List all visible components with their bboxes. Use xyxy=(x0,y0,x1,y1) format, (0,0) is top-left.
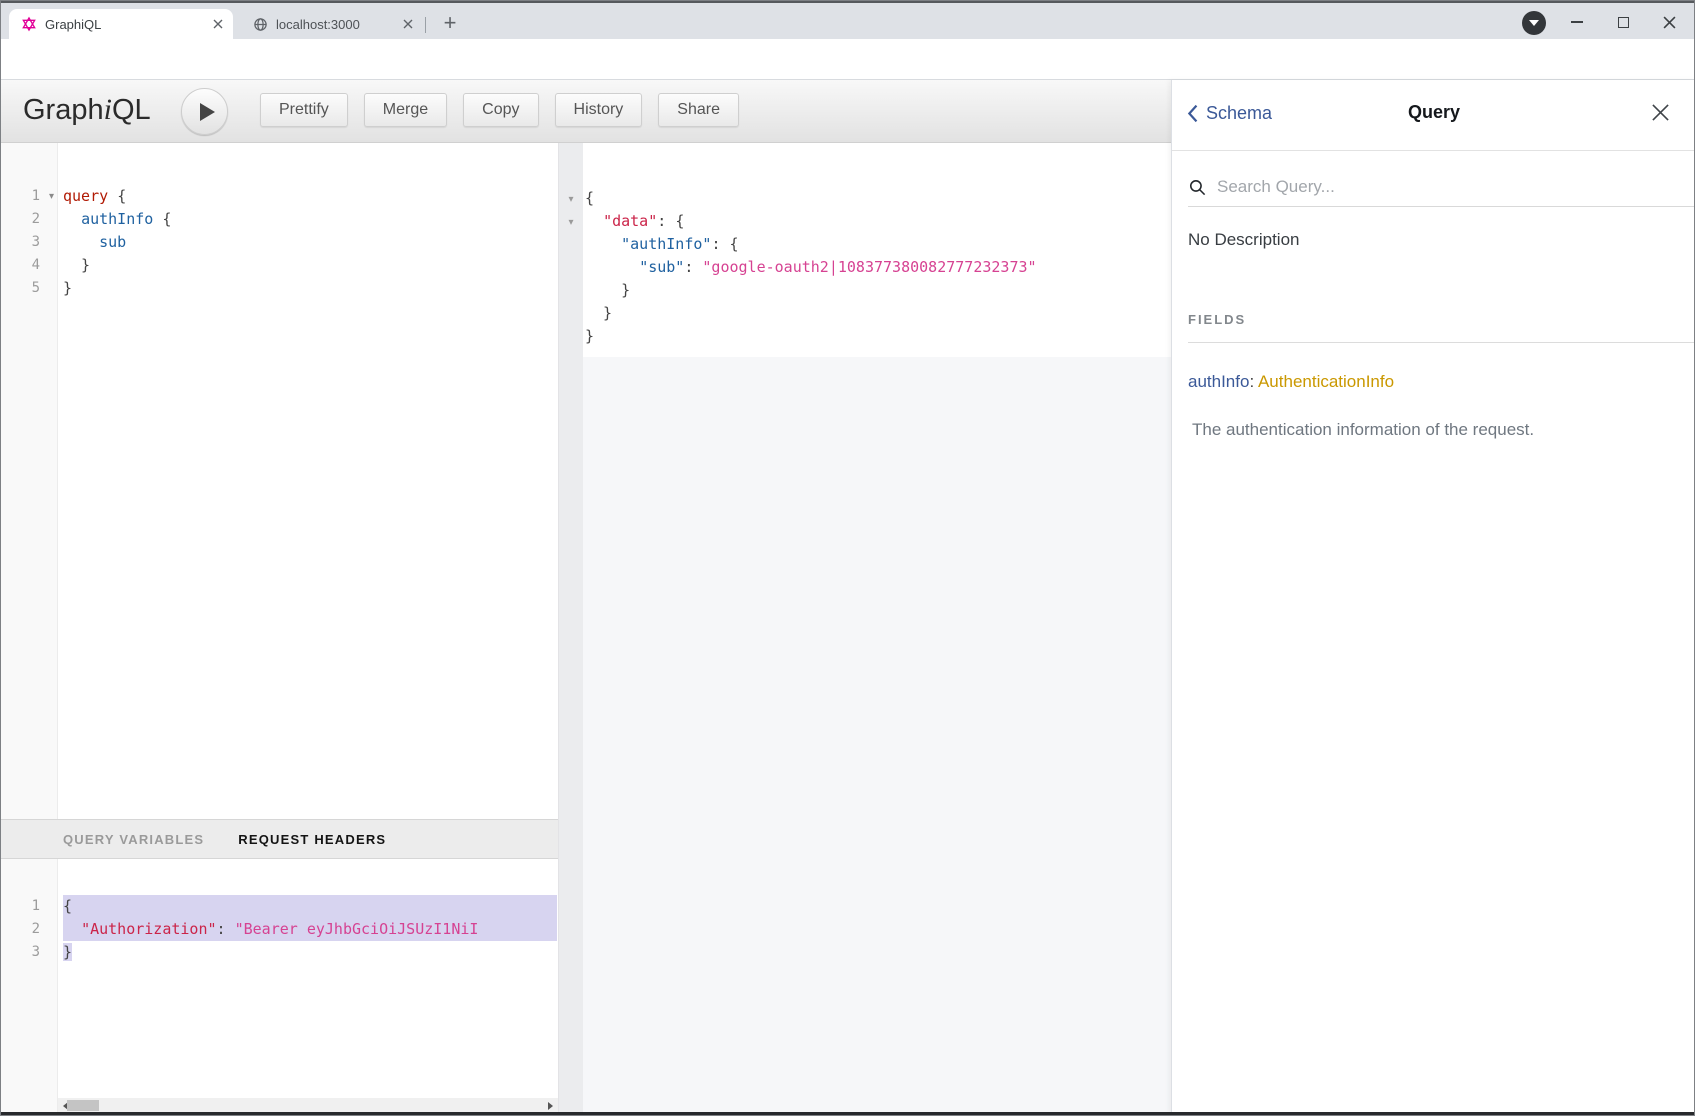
gutter-line xyxy=(559,279,583,302)
code-line: } xyxy=(63,941,558,964)
horizontal-scrollbar[interactable] xyxy=(58,1098,558,1113)
history-button[interactable]: History xyxy=(555,93,643,127)
code-line: } xyxy=(585,279,1171,302)
result-viewer[interactable]: ▾▾ { "data": { "authInfo": { "sub": "goo… xyxy=(559,143,1171,1114)
play-icon xyxy=(200,103,215,121)
window-minimize-button[interactable] xyxy=(1561,9,1593,35)
code-line: "authInfo": { xyxy=(585,233,1171,256)
gutter-line xyxy=(559,256,583,279)
tab-title: localhost:3000 xyxy=(276,17,393,32)
prettify-button[interactable]: Prettify xyxy=(260,93,348,127)
graphiql-logo-icon xyxy=(21,16,37,32)
field-description: The authentication information of the re… xyxy=(1192,420,1534,440)
gutter-line: 5 xyxy=(1,277,57,300)
tab-request-headers[interactable]: REQUEST HEADERS xyxy=(238,832,386,847)
footer-tab-bar: QUERY VARIABLES REQUEST HEADERS xyxy=(1,819,558,859)
query-editor-gutter: 1▾2345 xyxy=(1,143,58,819)
code-line: } xyxy=(63,277,558,300)
tab-close-icon[interactable] xyxy=(403,19,413,29)
gutter-line: 2 xyxy=(1,918,57,941)
share-button[interactable]: Share xyxy=(658,93,739,127)
gutter-line xyxy=(559,233,583,256)
merge-button[interactable]: Merge xyxy=(364,93,447,127)
code-line: { xyxy=(63,895,558,918)
browser-navbar: localhost:3000 P Tp L Aktuali xyxy=(1,39,1694,80)
field-name-link[interactable]: authInfo xyxy=(1188,372,1249,391)
code-line: } xyxy=(585,302,1171,325)
gutter-line: 4 xyxy=(1,254,57,277)
window-close-button[interactable] xyxy=(1653,9,1685,35)
doc-title: Query xyxy=(1172,102,1695,123)
toolbar-buttons: Prettify Merge Copy History Share xyxy=(260,93,739,127)
tab-title: GraphiQL xyxy=(45,17,203,32)
gutter-line: 1▾ xyxy=(1,185,57,208)
graphiql-toolbar: GraphiQL Prettify Merge Copy History Sha… xyxy=(1,80,1171,143)
window-maximize-button[interactable] xyxy=(1607,9,1639,35)
scrollbar-thumb[interactable] xyxy=(67,1100,99,1111)
code-line: query { xyxy=(63,185,558,208)
fold-arrow-icon[interactable]: ▾ xyxy=(568,217,573,228)
code-line: "sub": "google-oauth2|108377380082777232… xyxy=(585,256,1171,279)
gutter-line xyxy=(559,325,583,348)
new-tab-button[interactable]: + xyxy=(437,11,463,37)
gutter-line: 3 xyxy=(1,231,57,254)
tab-divider xyxy=(425,17,426,33)
doc-explorer-header: Schema Query xyxy=(1172,80,1695,151)
browser-update-badge-icon[interactable] xyxy=(1522,11,1546,35)
fold-arrow-icon[interactable]: ▾ xyxy=(568,194,573,205)
doc-close-icon[interactable] xyxy=(1651,103,1670,127)
code-line: "data": { xyxy=(585,210,1171,233)
gutter-line xyxy=(559,302,583,325)
gutter-line: ▾ xyxy=(559,187,583,210)
copy-button[interactable]: Copy xyxy=(463,93,538,127)
execute-query-button[interactable] xyxy=(181,88,228,135)
field-row-authinfo: authInfo: AuthenticationInfo xyxy=(1188,372,1394,392)
search-input[interactable] xyxy=(1217,177,1617,197)
scroll-right-arrow-icon[interactable] xyxy=(543,1098,558,1113)
field-type-link[interactable]: AuthenticationInfo xyxy=(1258,372,1394,391)
code-line: "Authorization": "Bearer eyJhbGciOiJSUzI… xyxy=(63,918,558,941)
fields-heading: FIELDS xyxy=(1188,312,1695,343)
request-headers-editor[interactable]: 123 { "Authorization": "Bearer eyJhbGciO… xyxy=(1,859,558,1114)
globe-icon xyxy=(253,17,268,32)
fold-arrow-icon[interactable]: ▾ xyxy=(49,185,54,208)
gutter-line: ▾ xyxy=(559,210,583,233)
tab-close-icon[interactable] xyxy=(213,19,223,29)
code-line: } xyxy=(63,254,558,277)
code-line: { xyxy=(585,187,1171,210)
tab-query-variables[interactable]: QUERY VARIABLES xyxy=(63,832,204,847)
tab-graphiql[interactable]: GraphiQL xyxy=(9,9,233,39)
graphiql-logo: GraphiQL xyxy=(23,93,151,127)
search-icon xyxy=(1188,178,1207,197)
code-line: } xyxy=(585,325,1171,348)
doc-search-row xyxy=(1188,168,1695,207)
result-pane: ▾▾ { "data": { "authInfo": { "sub": "goo… xyxy=(558,143,1171,1114)
code-line: sub xyxy=(63,231,558,254)
tab-strip: GraphiQL localhost:3000 + xyxy=(1,3,1694,39)
browser-window: GraphiQL localhost:3000 + xyxy=(0,0,1695,1116)
headers-editor-gutter: 123 xyxy=(1,859,58,1114)
no-description-text: No Description xyxy=(1188,230,1300,250)
code-line: authInfo { xyxy=(63,208,558,231)
gutter-line: 3 xyxy=(1,941,57,964)
doc-explorer-panel: Schema Query No Description FIELDS authI… xyxy=(1171,80,1695,1114)
gutter-line: 2 xyxy=(1,208,57,231)
gutter-line: 1 xyxy=(1,895,57,918)
window-frame-bottom xyxy=(1,1112,1694,1115)
result-viewer-gutter: ▾▾ xyxy=(559,143,583,1114)
query-editor[interactable]: 1▾2345 query { authInfo { sub }} xyxy=(1,143,558,819)
tab-localhost[interactable]: localhost:3000 xyxy=(241,9,423,39)
